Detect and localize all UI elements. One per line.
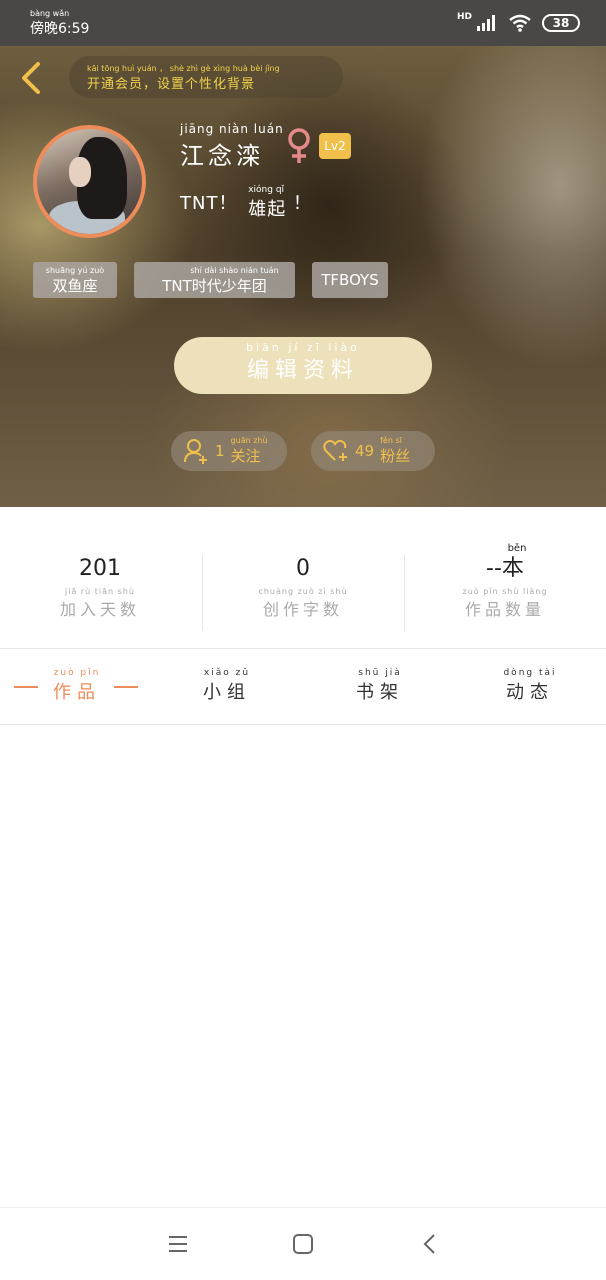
network-type: HD — [456, 12, 472, 22]
stat-value-text: --本 — [486, 556, 524, 581]
menu-icon[interactable] — [166, 1232, 190, 1256]
tag-tfboys-label: TFBOYS — [321, 271, 379, 289]
female-icon — [288, 128, 310, 163]
stat-works-count: běn --本 zuò pǐn shù liàng 作品数量 — [405, 543, 605, 620]
fans-button[interactable]: 49 fěn sī 粉丝 — [311, 431, 435, 471]
following-pinyin: guān zhù — [230, 435, 268, 445]
stat-caption: zuò pǐn shù liàng 作品数量 — [405, 587, 605, 620]
tag-tnt-pinyin: shí dài shào nián tuán — [190, 266, 279, 275]
tag-tnt-label: TNT时代少年团 — [162, 277, 267, 295]
back-triangle-icon[interactable] — [418, 1232, 442, 1256]
status-time-pinyin: bàng wǎn — [30, 9, 70, 18]
level-badge: Lv2 — [319, 133, 351, 159]
user-name: jiāng niàn luán 江念滦 — [180, 122, 284, 171]
user-motto: TNT！ xióng qǐ 雄起 ！ — [180, 180, 312, 221]
motto-word: xióng qǐ 雄起 — [248, 186, 286, 221]
profile-tabs: zuò pǐn 作品 xiǎo zǔ 小组 shū jià 书架 dòng tà… — [0, 648, 606, 725]
vip-label-text: 开通会员，设置个性化背景 — [87, 77, 256, 92]
system-nav-bar — [0, 1207, 606, 1280]
battery-indicator: 38 — [542, 14, 580, 32]
status-time: bàng wǎn 傍晚6:59 — [30, 10, 89, 38]
following-label: guān zhù 关注 — [230, 435, 268, 466]
edit-profile-label: 编辑资料 — [246, 358, 359, 383]
tag-tfboys[interactable]: TFBOYS — [312, 262, 388, 298]
stat-caption: chuàng zuò zì shù 创作字数 — [203, 587, 403, 620]
tab-bookshelf-label: 书架 — [356, 682, 404, 703]
stats-row: 201 jiā rù tiān shù 加入天数 0 chuàng zuò zì… — [0, 507, 606, 647]
stat-value: běn --本 — [405, 543, 605, 581]
stat-caption-text: 创作字数 — [262, 600, 343, 619]
tab-works-label: 作品 — [53, 682, 101, 703]
fans-pinyin: fěn sī — [380, 435, 402, 445]
following-count: 1 — [215, 442, 225, 460]
stat-value: 201 — [79, 556, 121, 581]
status-icons: HD 38 — [456, 12, 580, 32]
tag-zodiac-label: 双鱼座 — [52, 277, 98, 295]
tab-content — [0, 726, 606, 1206]
vip-label: kāi tōng huì yuán ， shè zhì gè xìng huà … — [87, 64, 280, 92]
stat-caption-pinyin: chuàng zuò zì shù — [258, 587, 348, 596]
status-time-text: 傍晚6:59 — [30, 21, 90, 37]
stat-value-pinyin: běn — [507, 543, 527, 554]
stat-join-days: 201 jiā rù tiān shù 加入天数 — [0, 555, 200, 620]
following-button[interactable]: 1 guān zhù 关注 — [171, 431, 287, 471]
signal-icon — [477, 15, 495, 31]
stat-caption-text: 作品数量 — [464, 600, 545, 619]
user-name-pinyin: jiāng niàn luán — [180, 122, 284, 136]
fans-label: fěn sī 粉丝 — [380, 435, 411, 466]
tab-groups-label: 小组 — [203, 682, 251, 703]
user-name-text: 江念滦 — [180, 142, 264, 170]
wifi-icon — [509, 14, 531, 32]
profile-header: kāi tōng huì yuán ， shè zhì gè xìng huà … — [0, 46, 606, 507]
avatar[interactable] — [33, 125, 146, 238]
motto-word-pinyin: xióng qǐ — [248, 185, 285, 195]
stat-caption-text: 加入天数 — [59, 600, 140, 619]
stat-caption-pinyin: zuò pǐn shù liàng — [462, 587, 548, 596]
status-bar: bàng wǎn 傍晚6:59 HD 38 — [0, 0, 606, 46]
stat-caption: jiā rù tiān shù 加入天数 — [0, 587, 200, 620]
tag-zodiac[interactable]: shuāng yú zuò 双鱼座 — [33, 262, 117, 298]
heart-plus-icon — [323, 439, 347, 461]
edit-profile-pinyin: biān jí zī liào — [246, 341, 360, 354]
stat-word-count: 0 chuàng zuò zì shù 创作字数 — [203, 555, 403, 620]
tab-groups-pinyin: xiǎo zǔ — [203, 668, 251, 678]
tab-indicator-right — [114, 686, 138, 688]
vip-background-button[interactable]: kāi tōng huì yuán ， shè zhì gè xìng huà … — [69, 56, 343, 98]
tab-activity-pinyin: dòng tài — [503, 668, 557, 678]
motto-suffix: ！ — [292, 193, 312, 214]
vip-label-pinyin: kāi tōng huì yuán ， shè zhì gè xìng huà … — [87, 64, 280, 73]
tab-activity[interactable]: dòng tài 动态 — [455, 669, 605, 704]
tab-bookshelf-pinyin: shū jià — [358, 668, 402, 678]
tab-bookshelf[interactable]: shū jià 书架 — [305, 669, 455, 704]
chevron-left-icon[interactable] — [16, 60, 46, 96]
stat-caption-pinyin: jiā rù tiān shù — [65, 587, 135, 596]
tab-activity-label: 动态 — [506, 682, 554, 703]
motto-prefix: TNT！ — [180, 193, 238, 214]
fans-count: 49 — [355, 442, 375, 460]
tag-tnt[interactable]: shí dài shào nián tuán TNT时代少年团 — [134, 262, 295, 298]
tag-zodiac-pinyin: shuāng yú zuò — [45, 266, 105, 275]
following-text: 关注 — [230, 446, 261, 465]
add-user-icon — [184, 439, 207, 464]
square-icon[interactable] — [291, 1232, 315, 1256]
tab-groups[interactable]: xiǎo zǔ 小组 — [152, 669, 302, 704]
motto-word-text: 雄起 — [248, 199, 287, 220]
stat-value: 0 — [296, 556, 310, 581]
tab-works-pinyin: zuò pǐn — [53, 668, 101, 678]
fans-text: 粉丝 — [380, 446, 411, 465]
edit-profile-button[interactable]: biān jí zī liào 编辑资料 — [174, 337, 432, 394]
